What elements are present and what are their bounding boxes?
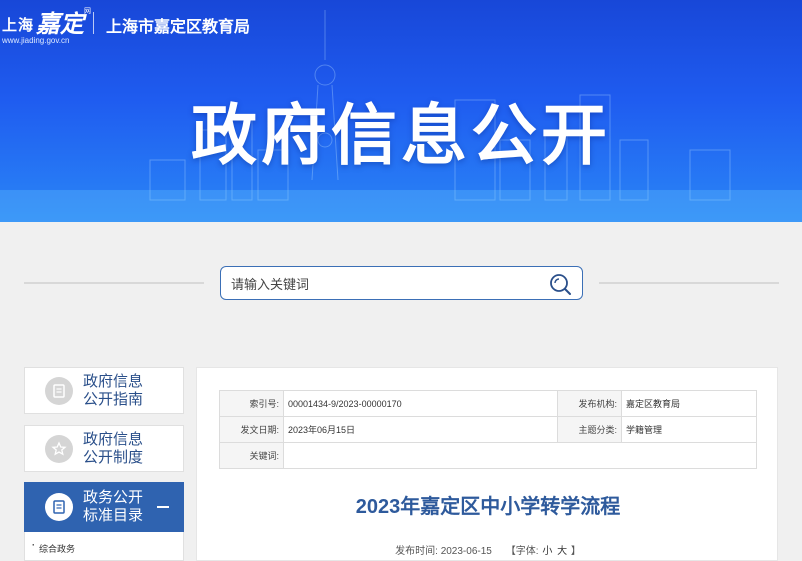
document-icon [45,376,73,405]
date-value: 2023年06月15日 [283,416,558,443]
sidebar-sub-panel: 综合政务 [24,532,184,561]
search-box[interactable] [220,266,583,300]
index-value: 00001434-9/2023-00000170 [283,390,558,417]
index-label: 索引号: [219,390,284,417]
logo-url: www.jiading.gov.cn [2,36,70,45]
date-label: 发文日期: [219,416,284,443]
search-divider-right [599,282,779,284]
star-icon [45,434,73,463]
keywords-label: 关键词: [219,442,284,469]
search-icon[interactable] [548,272,572,296]
document-icon [45,493,73,521]
publish-date: 2023-06-15 [440,546,492,557]
logo-script-text: 嘉定 [36,9,85,38]
article-panel: 索引号: 00001434-9/2023-00000170 发布机构: 嘉定区教… [196,367,778,561]
header-divider [93,12,94,34]
sidebar-label-line1: 政府信息 [83,430,144,448]
font-size-label: 【字体: [505,546,539,557]
table-row: 发文日期: 2023年06月15日 主题分类: 学籍管理 [219,416,757,443]
table-row: 关键词: [219,442,757,469]
banner: 上海 嘉定 网 www.jiading.gov.cn 上海市嘉定区教育局 政府信… [0,0,802,222]
sidebar-label-line1: 政务公开 [83,489,144,506]
org-label: 发布机构: [557,390,622,417]
search-divider-left [24,282,204,284]
font-small-button[interactable]: 小 [542,546,552,557]
sidebar-sub-item[interactable]: 综合政务 [32,540,75,555]
sidebar-label-line2: 公开制度 [83,448,144,466]
table-row: 索引号: 00001434-9/2023-00000170 发布机构: 嘉定区教… [219,390,757,417]
sidebar-item-label: 政府信息 公开制度 [83,431,143,467]
category-label: 主题分类: [557,416,622,443]
sidebar-item-system[interactable]: 政府信息 公开制度 [24,425,184,472]
banner-title: 政府信息公开 [191,98,611,172]
sidebar-item-label: 政务公开 标准目录 [83,489,143,525]
org-value: 嘉定区教育局 [621,390,757,417]
sidebar-label-line2: 公开指南 [83,390,144,408]
category-value: 学籍管理 [621,416,757,443]
sidebar-item-catalog[interactable]: 政务公开 标准目录 [24,482,184,532]
sidebar-label-line2: 标准目录 [83,507,144,524]
department-name[interactable]: 上海市嘉定区教育局 [106,13,250,37]
font-large-button[interactable]: 大 [557,546,567,557]
logo-city-text: 上海 [2,17,35,34]
keywords-value [283,442,757,469]
sidebar-label-line1: 政府信息 [83,372,144,390]
search-input[interactable] [231,274,531,294]
font-size-close: 】 [570,546,581,557]
article-title: 2023年嘉定区中小学转学流程 [355,496,621,518]
sidebar-item-guide[interactable]: 政府信息 公开指南 [24,367,184,414]
collapse-icon[interactable] [157,506,169,508]
metadata-table: 索引号: 00001434-9/2023-00000170 发布机构: 嘉定区教… [219,390,757,469]
site-logo[interactable]: 上海 嘉定 网 [0,4,91,39]
logo-net-text: 网 [84,8,92,15]
publish-label: 发布时间: [395,546,438,557]
sidebar-item-label: 政府信息 公开指南 [83,373,143,409]
publish-info: 发布时间: 2023-06-15 【字体: 小 大 】 [197,542,779,557]
